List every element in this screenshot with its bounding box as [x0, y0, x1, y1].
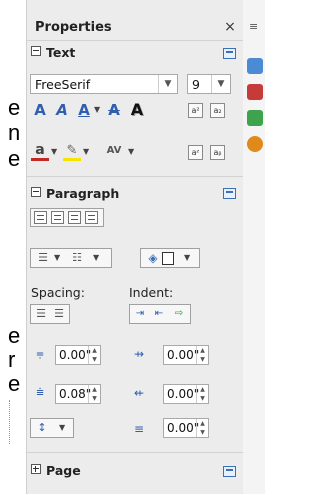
below-paragraph-spacing[interactable]: 0.08" ▲ ▼ [55, 384, 101, 404]
menu-icon[interactable]: ≡ [249, 20, 258, 33]
line-spacing-button[interactable]: ↕ ▼ [30, 418, 74, 438]
spin-arrows-icon[interactable]: ▲ ▼ [88, 385, 100, 403]
spin-arrows-icon[interactable]: ▲ ▼ [88, 346, 100, 364]
paragraph-section: Paragraph ☰ ▼ ☷ ▼ ◈ ▼ Spacing: Indent: ☰… [27, 176, 244, 453]
strikethrough-icon[interactable]: A [105, 101, 123, 119]
shadow-icon[interactable]: A [128, 101, 146, 119]
document-text: e [8, 323, 21, 348]
increase-indent-icon[interactable]: ⇥ [131, 305, 149, 323]
before-text-indent-icon: ⇸ [133, 347, 145, 361]
font-name-box[interactable]: FreeSerif ▼ [30, 74, 178, 94]
document-text: n [8, 120, 21, 145]
subscript-icon[interactable]: a₂ [210, 103, 225, 118]
justify-icon[interactable] [85, 211, 98, 224]
decrease-indent-icon[interactable]: ⇤ [150, 305, 168, 323]
above-spacing-icon: ⩦ [36, 346, 44, 361]
font-color-icon[interactable]: a [31, 143, 49, 161]
decrease-size-icon[interactable]: aᵦ [210, 145, 225, 160]
first-line-indent-icon: ≡ [133, 422, 145, 436]
align-left-icon[interactable] [34, 211, 47, 224]
more-options-icon[interactable] [223, 466, 236, 477]
collapse-icon[interactable] [31, 46, 41, 56]
text-section-header[interactable]: Text [31, 45, 75, 60]
spacing-label: Spacing: [31, 285, 85, 300]
chevron-down-icon[interactable]: ▼ [54, 253, 60, 262]
paragraph-section-header[interactable]: Paragraph [31, 186, 119, 201]
above-paragraph-spacing[interactable]: 0.00" ▲ ▼ [55, 345, 101, 365]
panel-title: Properties [35, 20, 112, 35]
navigator-deck-icon[interactable] [247, 136, 263, 152]
chevron-down-icon[interactable]: ▼ [94, 105, 100, 114]
decrease-spacing-icon[interactable]: ☰ [50, 305, 68, 323]
document-text: e [8, 95, 21, 120]
more-options-icon[interactable] [223, 48, 236, 59]
shrink-font-icon[interactable]: A [53, 101, 71, 119]
chevron-down-icon[interactable]: ▼ [128, 147, 134, 156]
before-text-indent[interactable]: 0.00" ▲ ▼ [163, 345, 209, 365]
properties-panel: Properties × Text FreeSerif ▼ 9 ▼ A A A … [26, 0, 245, 494]
document-canvas[interactable]: e n e e r e [0, 0, 26, 494]
underline-icon[interactable]: A [75, 101, 93, 119]
spin-arrows-icon[interactable]: ▲ ▼ [196, 419, 208, 437]
styles-deck-icon[interactable] [247, 84, 263, 100]
superscript-icon[interactable]: a² [188, 103, 203, 118]
more-options-icon[interactable] [223, 188, 236, 199]
chevron-down-icon[interactable]: ▼ [158, 75, 177, 93]
spin-arrows-icon[interactable]: ▲ ▼ [196, 385, 208, 403]
expand-icon[interactable] [31, 464, 41, 474]
after-text-indent[interactable]: 0.00" ▲ ▼ [163, 384, 209, 404]
increase-size-icon[interactable]: aᶻ [188, 145, 203, 160]
bullet-list-icon[interactable]: ☰ [34, 249, 52, 267]
spin-arrows-icon[interactable]: ▲ ▼ [196, 346, 208, 364]
collapse-icon[interactable] [31, 187, 41, 197]
page-section-header[interactable]: Page [31, 463, 81, 478]
align-center-icon[interactable] [51, 211, 64, 224]
indent-buttons: ⇥ ⇤ ⇨ [129, 304, 191, 324]
increase-spacing-icon[interactable]: ☰ [32, 305, 50, 323]
chevron-down-icon[interactable]: ▼ [184, 253, 190, 262]
gallery-deck-icon[interactable] [247, 110, 263, 126]
align-right-icon[interactable] [68, 211, 81, 224]
chevron-down-icon[interactable]: ▼ [51, 147, 57, 156]
highlight-color-icon[interactable]: ✎ [63, 143, 81, 161]
text-section: Text FreeSerif ▼ 9 ▼ A A A ▼ A A a² a₂ a… [27, 40, 244, 175]
chevron-down-icon[interactable]: ▼ [211, 75, 230, 93]
document-text: e [8, 146, 21, 171]
color-swatch-icon [162, 252, 174, 265]
line-spacing-icon[interactable]: ↕ [33, 419, 51, 437]
text-boundary [9, 400, 11, 444]
close-icon[interactable]: × [223, 19, 237, 35]
paragraph-background-button[interactable]: ◈ ▼ [140, 248, 200, 268]
hanging-indent-icon[interactable]: ⇨ [170, 305, 188, 323]
properties-deck-icon[interactable] [247, 58, 263, 74]
spacing-buttons: ☰ ☰ [30, 304, 70, 324]
document-text: r [8, 347, 16, 372]
after-text-indent-icon: ⇷ [133, 386, 145, 400]
paragraph-alignment-group [30, 208, 104, 227]
chevron-down-icon[interactable]: ▼ [93, 253, 99, 262]
below-spacing-icon: ⩧ [36, 385, 44, 400]
list-buttons: ☰ ▼ ☷ ▼ [30, 248, 112, 268]
font-size-box[interactable]: 9 ▼ [187, 74, 231, 94]
indent-label: Indent: [129, 285, 174, 300]
grow-font-icon[interactable]: A [31, 101, 49, 119]
character-spacing-icon[interactable]: AV [105, 142, 123, 160]
document-text: e [8, 371, 21, 396]
numbered-list-icon[interactable]: ☷ [68, 249, 86, 267]
chevron-down-icon[interactable]: ▼ [59, 423, 65, 432]
chevron-down-icon[interactable]: ▼ [83, 147, 89, 156]
sidebar-tab-deck: ≡ [243, 0, 265, 494]
first-line-indent[interactable]: 0.00" ▲ ▼ [163, 418, 209, 438]
fill-bucket-icon[interactable]: ◈ [144, 249, 162, 267]
page-section: Page [27, 452, 244, 495]
